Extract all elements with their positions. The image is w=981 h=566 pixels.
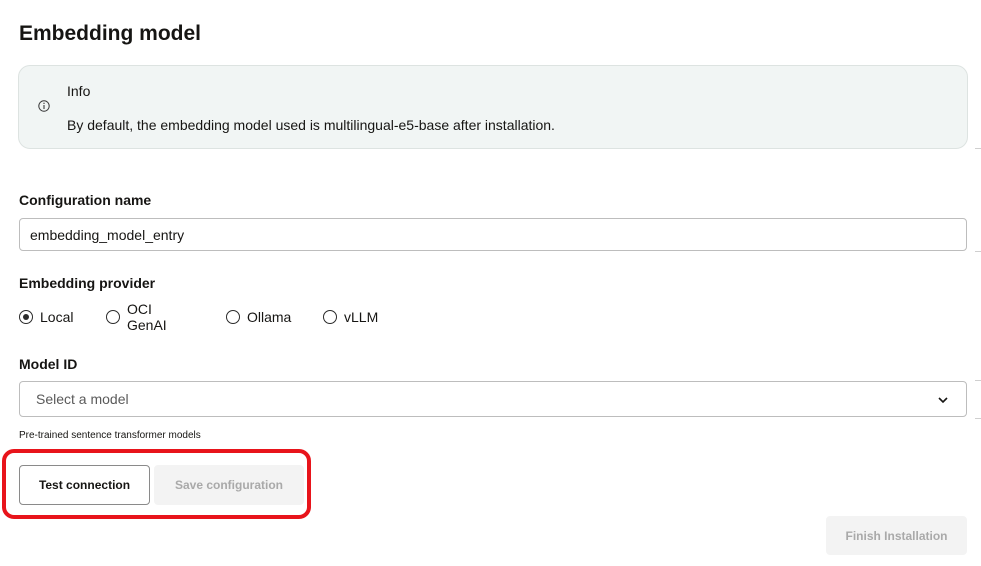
config-name-input[interactable]: [19, 218, 967, 251]
radio-label: Ollama: [247, 309, 292, 325]
radio-label: Local: [40, 309, 74, 325]
divider: [975, 380, 981, 381]
model-id-label: Model ID: [19, 356, 78, 372]
radio-vllm[interactable]: vLLM: [323, 308, 378, 326]
save-configuration-button[interactable]: Save configuration: [154, 465, 304, 505]
model-select-placeholder: Select a model: [36, 391, 129, 407]
page-title: Embedding model: [19, 22, 202, 45]
divider: [975, 418, 981, 419]
radio-oci-genai[interactable]: OCI GenAI: [106, 301, 167, 333]
radio-button[interactable]: [323, 310, 337, 324]
info-banner: Info By default, the embedding model use…: [18, 65, 968, 149]
info-heading: Info: [67, 83, 91, 99]
finish-installation-button[interactable]: Finish Installation: [826, 516, 967, 555]
embedding-model-page: Embedding model Info By default, the emb…: [0, 0, 981, 566]
info-text: By default, the embedding model used is …: [67, 117, 555, 133]
test-connection-button[interactable]: Test connection: [19, 465, 150, 505]
info-icon: [38, 100, 50, 112]
radio-ollama[interactable]: Ollama: [226, 308, 291, 326]
model-helper-text: Pre-trained sentence transformer models: [19, 430, 201, 441]
config-name-label: Configuration name: [19, 192, 152, 208]
model-select[interactable]: Select a model: [19, 381, 967, 417]
radio-button-checked[interactable]: [19, 310, 33, 324]
radio-label: OCI GenAI: [127, 301, 167, 333]
provider-label: Embedding provider: [19, 275, 156, 291]
radio-label: vLLM: [344, 309, 379, 325]
divider: [975, 148, 981, 149]
divider: [975, 251, 981, 252]
chevron-down-icon: [938, 397, 948, 404]
radio-button[interactable]: [106, 310, 120, 324]
radio-local[interactable]: Local: [19, 308, 73, 326]
radio-button[interactable]: [226, 310, 240, 324]
